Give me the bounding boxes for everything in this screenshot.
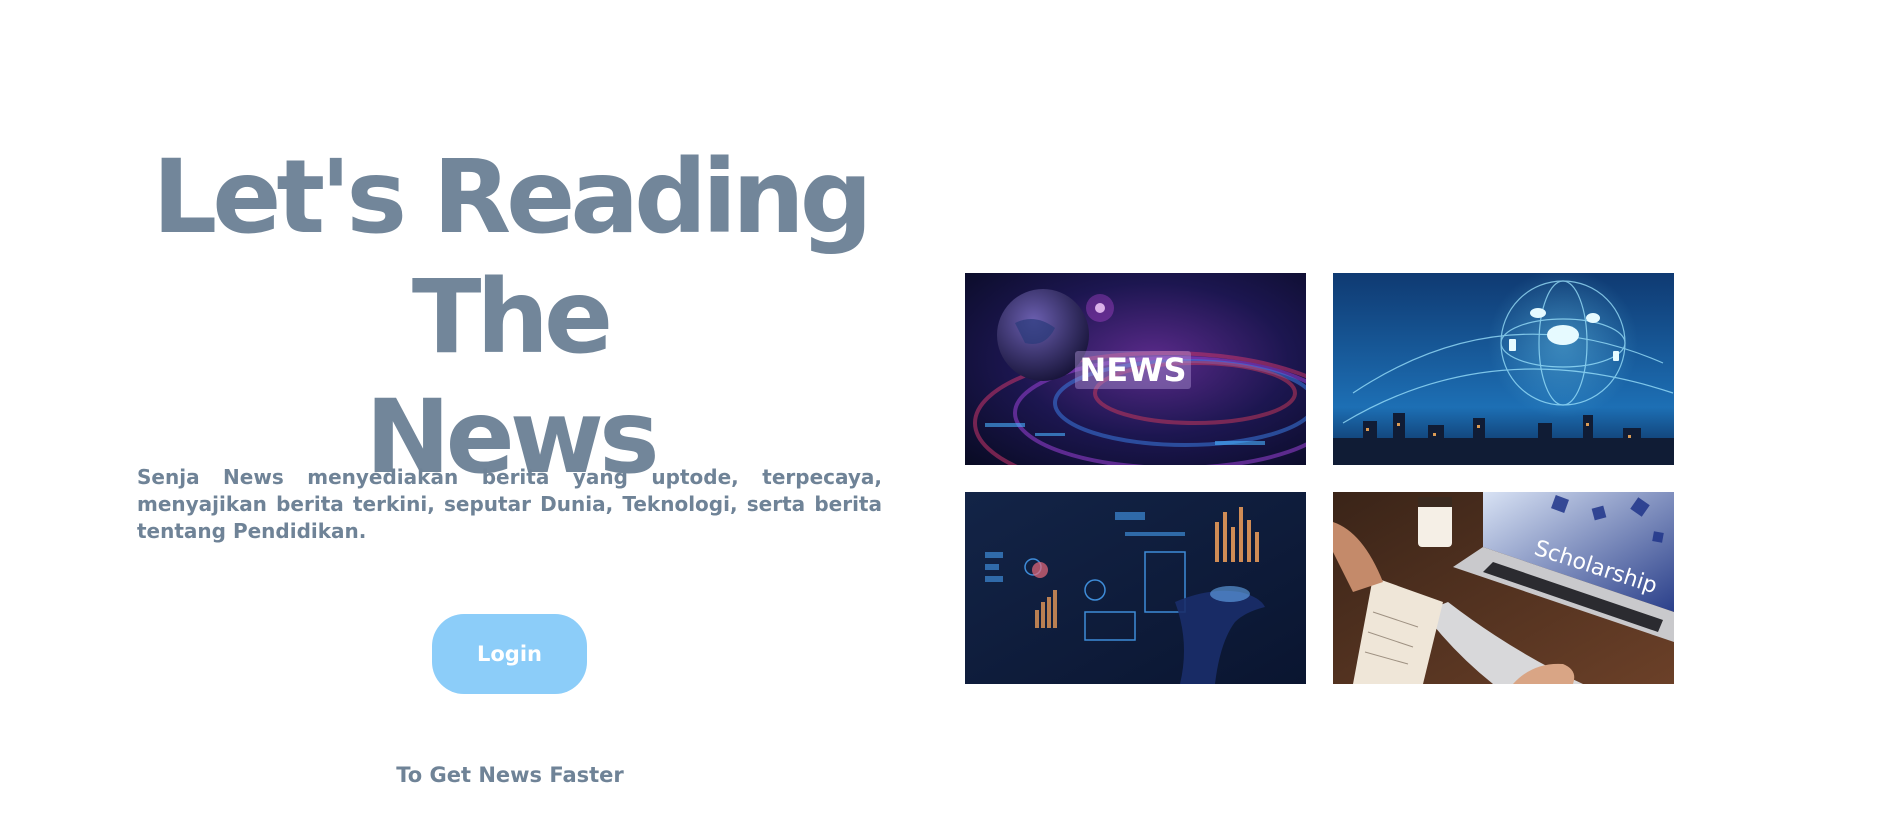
tagline: To Get News Faster bbox=[396, 763, 624, 787]
news-badge-text: NEWS bbox=[1080, 351, 1187, 389]
data-analytics-image bbox=[965, 492, 1306, 684]
hero-title: Let's Reading The News bbox=[100, 138, 920, 498]
hero-title-line-1: Let's Reading The bbox=[152, 138, 873, 377]
hero-description: Senja News menyediakan berita yang uptod… bbox=[137, 465, 882, 543]
scholarship-laptop-image: Scholarship bbox=[1333, 492, 1674, 684]
technology-network-image bbox=[1333, 273, 1674, 465]
landing-page: Let's Reading The News Senja News menyed… bbox=[0, 0, 1886, 818]
login-button[interactable]: Login bbox=[432, 614, 587, 694]
news-broadcast-image: NEWS bbox=[965, 273, 1306, 465]
